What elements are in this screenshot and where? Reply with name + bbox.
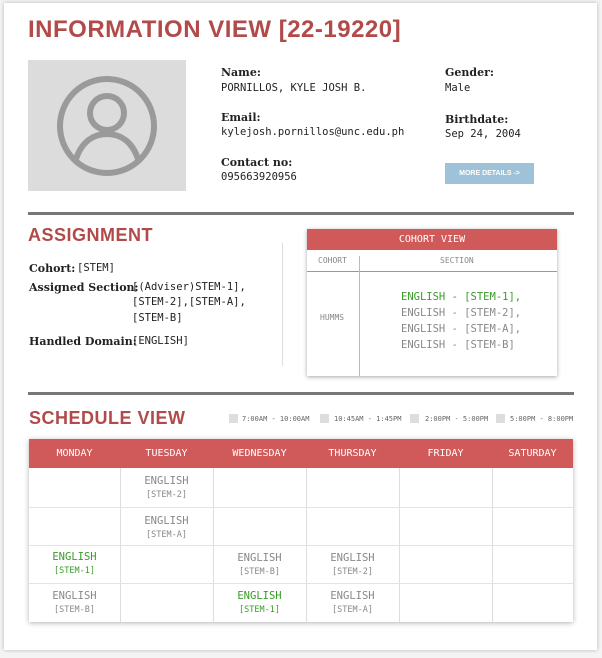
gender-value: Male <box>445 82 471 94</box>
schedule-cell[interactable]: ENGLISH [STEM-2] <box>120 474 213 502</box>
grid-line <box>29 545 573 546</box>
section-column-header: SECTION <box>440 256 474 265</box>
section-divider <box>28 392 574 395</box>
grid-line <box>29 583 573 584</box>
schedule-cell[interactable]: ENGLISH [STEM-B] <box>29 589 120 617</box>
section-divider <box>28 212 574 215</box>
legend-label: 7:00AM - 10:00AM <box>242 415 310 423</box>
page-title: INFORMATION VIEW [22-19220] <box>28 16 402 43</box>
cell-subject: ENGLISH <box>237 590 282 602</box>
cohort-view-table: COHORT VIEW COHORT SECTION HUMMS ENGLISH… <box>307 229 557 376</box>
assigned-section-line: [STEM-2],[STEM-A], <box>132 296 246 308</box>
schedule-cell[interactable]: ENGLISH [STEM-A] <box>120 514 213 542</box>
cell-section: [STEM-1] <box>239 605 280 615</box>
day-header-saturday: SATURDAY <box>508 448 557 459</box>
email-value: kylejosh.pornillos@unc.edu.ph <box>221 126 405 138</box>
cohort-label: Cohort: <box>29 262 76 275</box>
user-icon <box>57 76 157 176</box>
cohort-value: [STEM] <box>77 262 115 274</box>
cell-subject: ENGLISH <box>52 590 97 602</box>
cell-section: [STEM-2] <box>146 490 187 500</box>
cell-section: [STEM-B] <box>54 605 95 615</box>
gender-label: Gender: <box>445 66 494 79</box>
day-header-tuesday: TUESDAY <box>145 448 188 459</box>
cell-subject: ENGLISH <box>52 551 97 563</box>
name-value: PORNILLOS, KYLE JOSH B. <box>221 82 367 94</box>
email-label: Email: <box>221 111 261 124</box>
schedule-cell[interactable]: ENGLISH [STEM-2] <box>306 551 399 579</box>
day-header-thursday: THURSDAY <box>328 448 377 459</box>
cell-section: [STEM-B] <box>239 567 280 577</box>
schedule-table: MONDAY TUESDAY WEDNESDAY THURSDAY FRIDAY… <box>29 439 573 622</box>
cohort-header-divider <box>307 271 557 272</box>
cell-section: [STEM-A] <box>332 605 373 615</box>
cell-section: [STEM-A] <box>146 530 187 540</box>
schedule-title: SCHEDULE VIEW <box>29 408 186 428</box>
assigned-section-line: [STEM-B] <box>132 312 183 324</box>
legend-label: 2:00PM - 5:00PM <box>425 415 489 423</box>
cell-section: [STEM-1] <box>54 566 95 576</box>
legend-swatch <box>496 414 505 423</box>
contact-value: 095663920956 <box>221 171 297 183</box>
cohort-section-item: ENGLISH - [STEM-1], <box>401 291 522 303</box>
day-header-friday: FRIDAY <box>427 448 464 459</box>
cohort-section-item: ENGLISH - [STEM-A], <box>401 323 522 335</box>
cohort-view-title: COHORT VIEW <box>307 229 557 250</box>
legend-label: 5:00PM - 8:00PM <box>510 415 574 423</box>
avatar <box>28 60 186 191</box>
day-header-monday: MONDAY <box>56 448 93 459</box>
day-header-wednesday: WEDNESDAY <box>232 448 287 459</box>
legend-swatch <box>229 414 238 423</box>
name-label: Name: <box>221 66 261 79</box>
assigned-section-line: [(Adviser)STEM-1], <box>132 281 246 293</box>
schedule-cell[interactable]: ENGLISH [STEM-1] <box>29 550 120 578</box>
assignment-title: ASSIGNMENT <box>28 225 154 245</box>
cell-subject: ENGLISH <box>144 515 189 527</box>
schedule-cell[interactable]: ENGLISH [STEM-A] <box>306 589 399 617</box>
cohort-column-divider <box>359 256 360 376</box>
cell-section: [STEM-2] <box>332 567 373 577</box>
legend-label: 10:45AM - 1:45PM <box>334 415 402 423</box>
cohort-name: HUMMS <box>320 313 345 322</box>
cohort-section-item: ENGLISH - [STEM-B] <box>401 339 515 351</box>
handled-domain-label: Handled Domain: <box>29 335 137 348</box>
cohort-section-item: ENGLISH - [STEM-2], <box>401 307 522 319</box>
contact-label: Contact no: <box>221 156 293 169</box>
grid-line <box>29 507 573 508</box>
birthdate-value: Sep 24, 2004 <box>445 128 521 140</box>
more-details-button[interactable]: MORE DETAILS -> <box>445 163 534 184</box>
legend-swatch <box>320 414 329 423</box>
cell-subject: ENGLISH <box>330 590 375 602</box>
cohort-column-header: COHORT <box>318 256 347 265</box>
cell-subject: ENGLISH <box>237 552 282 564</box>
birthdate-label: Birthdate: <box>445 113 509 126</box>
legend-swatch <box>410 414 419 423</box>
assigned-section-label: Assigned Section: <box>29 281 139 294</box>
schedule-cell[interactable]: ENGLISH [STEM-B] <box>213 551 306 579</box>
cell-subject: ENGLISH <box>144 475 189 487</box>
handled-domain-value: [ENGLISH] <box>132 335 189 347</box>
schedule-cell[interactable]: ENGLISH [STEM-1] <box>213 589 306 617</box>
cell-subject: ENGLISH <box>330 552 375 564</box>
assignment-separator <box>282 243 283 366</box>
